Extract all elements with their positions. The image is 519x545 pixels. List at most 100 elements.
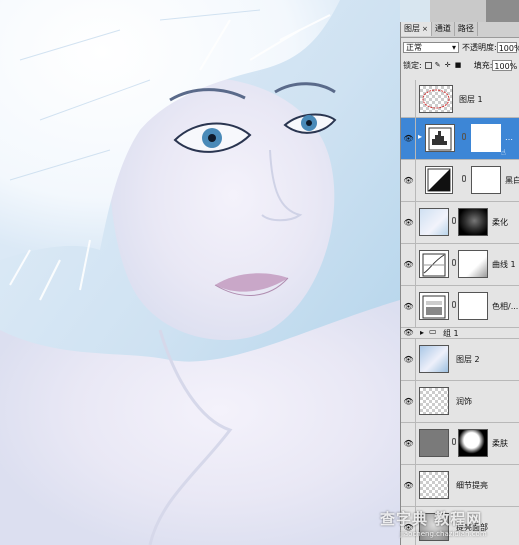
tab-channels-label: 通道 xyxy=(434,24,451,33)
chevron-down-icon: ▾ xyxy=(451,42,456,52)
fill-input[interactable]: 100% xyxy=(492,59,517,71)
layer-row[interactable]: 👁 柔化 xyxy=(401,202,519,244)
photo-canvas[interactable] xyxy=(0,0,400,545)
layer-name: 柔化 xyxy=(492,218,508,227)
watermark: 查字典 教程网 xyxy=(380,510,483,528)
watermark-url: jiaocheng.chazidian.com xyxy=(400,530,487,538)
layer-mask-thumbnail[interactable] xyxy=(458,208,488,236)
folder-icon: ▭ xyxy=(429,327,437,336)
black-white-adjustment-icon xyxy=(425,166,453,194)
hue-saturation-adjustment-icon xyxy=(419,292,449,320)
layer-row[interactable]: 👁 曲线 1 xyxy=(401,244,519,286)
tab-layers[interactable]: 图层 × xyxy=(401,22,432,36)
eye-icon: 👁 xyxy=(403,302,414,311)
layer-thumbnail xyxy=(419,85,453,113)
layer-name: 曲线 1 xyxy=(492,260,516,269)
expand-arrow-icon[interactable]: ▸ xyxy=(420,328,424,337)
fill-label: 填充: xyxy=(473,60,493,70)
eye-icon: 👁 xyxy=(403,218,414,227)
eye-icon: 👁 xyxy=(403,481,414,490)
eye-icon[interactable]: 👁 xyxy=(402,329,415,337)
tab-paths-label: 路径 xyxy=(457,24,474,33)
tab-channels[interactable]: 通道 xyxy=(432,22,455,36)
visibility-toggle[interactable]: 👁 xyxy=(401,202,416,243)
layer-row[interactable]: 👁 细节提亮 xyxy=(401,465,519,507)
levels-histogram-icon xyxy=(428,127,452,151)
eye-icon: 👁 xyxy=(403,260,414,269)
visibility-toggle[interactable]: 👁 xyxy=(401,423,416,464)
portrait-image xyxy=(0,0,400,545)
link-icon[interactable] xyxy=(452,438,456,445)
tab-layers-label: 图层 xyxy=(404,24,420,33)
red-selection-mask-icon xyxy=(422,89,450,109)
visibility-toggle[interactable]: 👁 xyxy=(401,465,416,506)
visibility-toggle[interactable]: 👁 xyxy=(401,339,416,380)
expand-arrow-icon[interactable]: ▸ xyxy=(418,132,422,141)
black-white-icon xyxy=(427,168,451,192)
curves-adjustment-icon xyxy=(419,250,449,278)
tab-paths[interactable]: 路径 xyxy=(455,22,478,36)
layer-mask-thumbnail[interactable] xyxy=(458,429,488,457)
visibility-toggle[interactable] xyxy=(401,80,416,117)
lock-all-icon[interactable]: ■ xyxy=(455,61,462,69)
panel-top-strip xyxy=(430,0,519,22)
layers-list: 图层 1 👁 ▸ … ☝ 👁 黑白 1 👁 xyxy=(401,80,519,545)
layer-thumbnail xyxy=(419,387,449,415)
layer-row[interactable]: 👁 ▸ … ☝ xyxy=(401,118,519,160)
layer-row[interactable]: 👁 黑白 1 xyxy=(401,160,519,202)
layer-row[interactable]: 👁 色相/... xyxy=(401,286,519,328)
layer-name-ellipsis: … xyxy=(505,133,513,142)
visibility-toggle[interactable]: 👁 xyxy=(401,286,416,327)
lock-fill-row: 锁定: ✎ ✛ ■ 填充: 100% xyxy=(403,58,519,72)
link-icon[interactable] xyxy=(462,175,466,182)
eye-icon: 👁 xyxy=(403,355,414,364)
layer-row[interactable]: 👁 图层 2 xyxy=(401,339,519,381)
layer-mask-thumbnail[interactable] xyxy=(458,292,488,320)
layer-name: 黑白 1 xyxy=(505,176,519,185)
layers-panel: 图层× 通道 路径 正常 ▾ 不透明度: 100% 锁定: ✎ ✛ ■ 填充: 1… xyxy=(400,22,519,545)
link-icon[interactable] xyxy=(452,259,456,266)
visibility-toggle[interactable]: 👁 xyxy=(401,118,416,159)
curves-icon xyxy=(422,253,446,277)
lock-label: 锁定: xyxy=(403,60,422,70)
layer-row[interactable]: 👁 润饰 xyxy=(401,381,519,423)
layer-row[interactable]: 👁 柔肤 xyxy=(401,423,519,465)
layer-name: 细节提亮 xyxy=(456,481,488,490)
link-icon[interactable] xyxy=(452,217,456,224)
eye-icon: 👁 xyxy=(403,439,414,448)
lock-move-icon[interactable]: ✛ xyxy=(445,61,452,69)
link-icon[interactable] xyxy=(462,133,466,140)
eye-icon: 👁 xyxy=(403,397,414,406)
link-icon[interactable] xyxy=(452,301,456,308)
lock-brush-icon[interactable]: ✎ xyxy=(435,61,442,69)
close-icon[interactable]: × xyxy=(422,25,428,33)
group-row[interactable]: 👁 ▸ ▭ 组 1 xyxy=(401,327,519,339)
eye-icon: 👁 xyxy=(403,176,414,185)
visibility-toggle[interactable]: 👁 xyxy=(401,244,416,285)
visibility-toggle[interactable]: 👁 xyxy=(401,381,416,422)
layer-row[interactable]: 图层 1 xyxy=(401,80,519,118)
group-name: 组 1 xyxy=(443,329,459,338)
layer-thumbnail xyxy=(419,471,449,499)
levels-adjustment-icon xyxy=(425,124,455,152)
layer-thumbnail xyxy=(419,345,449,373)
panel-tabs: 图层 × 通道 路径 xyxy=(401,22,519,38)
blend-opacity-row: 正常 ▾ 不透明度: 100% xyxy=(403,40,519,54)
layer-name: 图层 1 xyxy=(459,95,483,104)
layer-mask-thumbnail[interactable] xyxy=(471,124,501,152)
lock-transparency-icon[interactable] xyxy=(424,61,432,69)
layer-thumbnail xyxy=(419,429,449,457)
eye-icon: 👁 xyxy=(403,134,414,143)
opacity-label: 不透明度: xyxy=(462,42,497,52)
layer-mask-thumbnail[interactable] xyxy=(471,166,501,194)
layer-thumbnail xyxy=(419,208,449,236)
visibility-toggle[interactable]: 👁 xyxy=(401,160,416,201)
layer-name: 图层 2 xyxy=(456,355,480,364)
blend-mode-select[interactable]: 正常 ▾ xyxy=(403,41,459,53)
hand-cursor-icon: ☝ xyxy=(501,148,506,157)
layer-mask-thumbnail[interactable] xyxy=(458,250,488,278)
layer-name: 润饰 xyxy=(456,397,472,406)
hue-saturation-icon xyxy=(422,295,446,319)
layer-name: 色相/... xyxy=(492,302,519,311)
opacity-input[interactable]: 100% xyxy=(496,41,519,53)
